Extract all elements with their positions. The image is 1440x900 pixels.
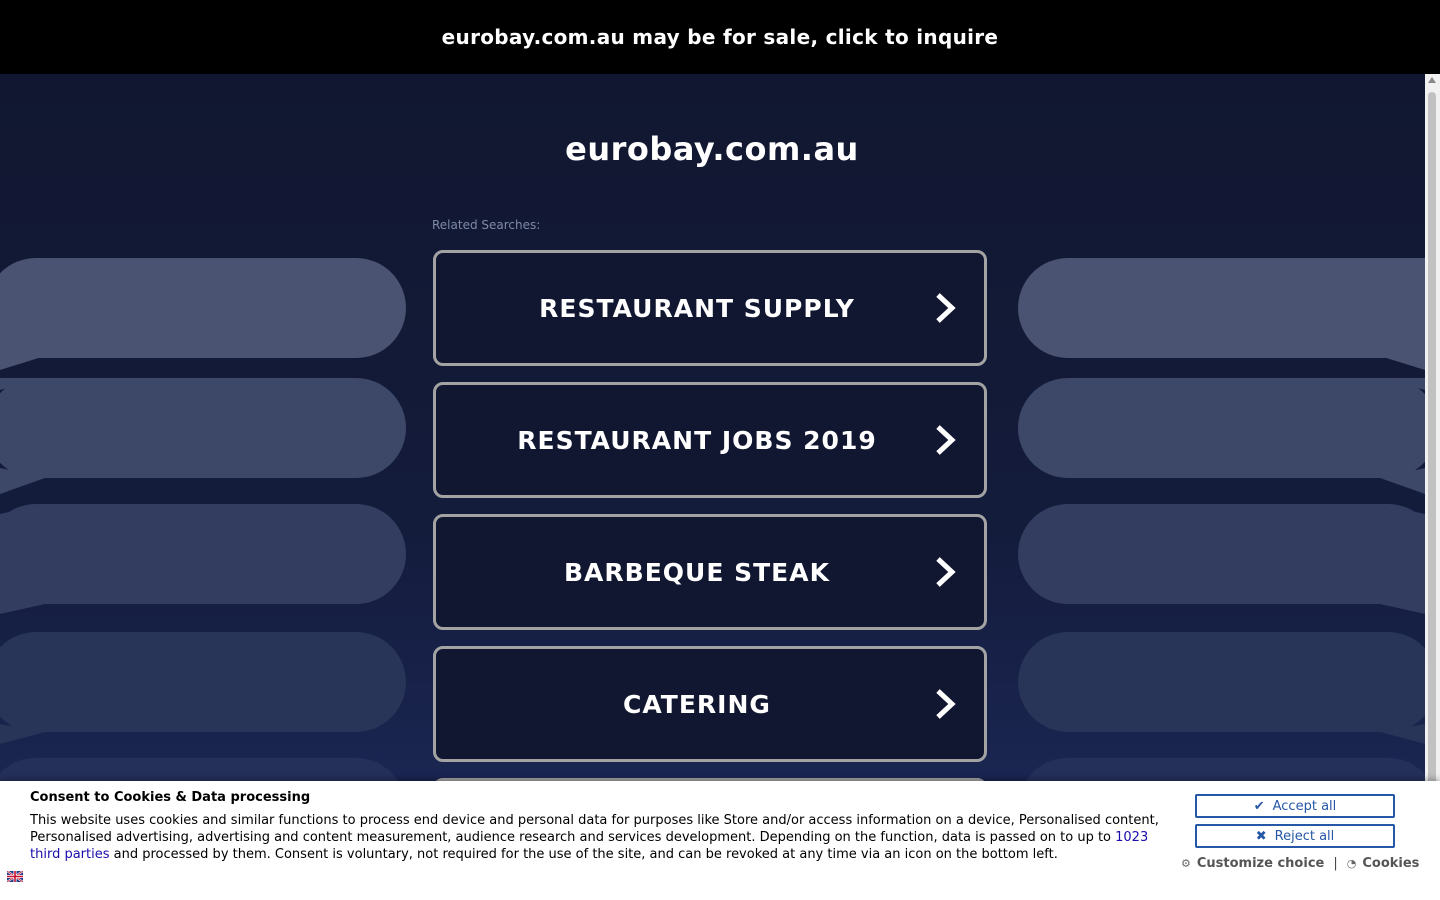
consent-text-after: and processed by them. Consent is volunt… [109,847,1058,862]
reject-all-label: Reject all [1274,828,1335,844]
related-searches-label: Related Searches: [432,218,541,232]
accept-all-label: Accept all [1272,798,1337,814]
chevron-right-icon [936,557,956,587]
sale-banner[interactable]: eurobay.com.au may be for sale, click to… [0,0,1440,74]
consent-links: ⚙ Customize choice | ◔ Cookies [1181,856,1419,871]
gear-icon: ⚙ [1181,857,1191,870]
consent-title: Consent to Cookies & Data processing [30,790,311,805]
chevron-right-icon [936,689,956,719]
cookies-link[interactable]: Cookies [1362,856,1419,871]
cookie-icon: ◔ [1346,857,1357,870]
related-search-restaurant-jobs-2019[interactable]: RESTAURANT JOBS 2019 [433,382,987,498]
cookie-consent-banner: Consent to Cookies & Data processing Thi… [0,781,1440,900]
check-icon: ✔ [1253,798,1265,814]
reject-all-button[interactable]: ✖ Reject all [1195,824,1395,848]
consent-text-before: This website uses cookies and similar fu… [30,813,1159,845]
sale-banner-text: eurobay.com.au may be for sale, click to… [441,25,999,49]
related-search-label: RESTAURANT SUPPLY [539,293,855,323]
related-search-catering[interactable]: CATERING [433,646,987,762]
uk-flag-icon[interactable] [7,871,23,882]
customize-choice-link[interactable]: Customize choice [1197,856,1324,871]
close-icon: ✖ [1255,828,1267,844]
scroll-up-arrow-icon[interactable] [1428,77,1436,83]
related-search-label: BARBEQUE STEAK [564,557,830,587]
related-search-label: RESTAURANT JOBS 2019 [517,425,877,455]
related-search-barbeque-steak[interactable]: BARBEQUE STEAK [433,514,987,630]
related-search-label: CATERING [623,689,771,719]
scrollbar-thumb[interactable] [1428,92,1436,892]
page-scrollbar[interactable] [1425,74,1440,900]
related-search-restaurant-supply[interactable]: RESTAURANT SUPPLY [433,250,987,366]
domain-title: eurobay.com.au [565,130,859,168]
consent-text: This website uses cookies and similar fu… [30,812,1165,863]
link-separator: | [1333,856,1338,871]
main-content: eurobay.com.au Related Searches: RESTAUR… [0,74,1425,900]
chevron-right-icon [936,293,956,323]
chevron-right-icon [936,425,956,455]
accept-all-button[interactable]: ✔ Accept all [1195,794,1395,818]
